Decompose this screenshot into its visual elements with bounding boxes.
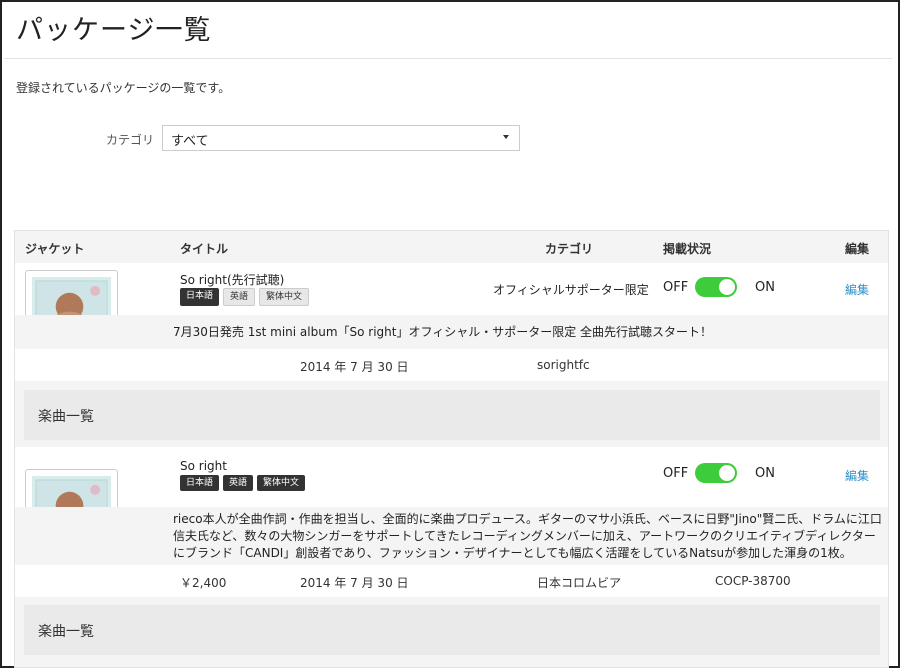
package-description-row: rieco本人が全曲作詞・作曲を担当し、全面的に楽曲プロデュース。ギターのマサ小… xyxy=(15,507,888,565)
page-lead: 登録されているパッケージの一覧です。 xyxy=(16,81,231,95)
package-price: ￥2,400 xyxy=(180,576,227,590)
status-off-label: OFF xyxy=(663,466,689,481)
edit-link[interactable]: 編集 xyxy=(845,281,869,298)
status-toggle[interactable] xyxy=(695,463,737,483)
status-on-label: ON xyxy=(755,280,775,295)
package-description: rieco本人が全曲作詞・作曲を担当し、全面的に楽曲プロデュース。ギターのマサ小… xyxy=(173,512,882,560)
language-tags: 日本語 英語 繁体中文 xyxy=(180,288,310,306)
package-table: ジャケット タイトル カテゴリ 掲載状況 編集 So right(先行試聴) 日… xyxy=(14,230,889,668)
tag-english: 英語 xyxy=(223,475,254,491)
package-category: オフィシャルサポーター限定 xyxy=(493,283,649,297)
product-code: COCP-38700 xyxy=(715,574,791,588)
table-row: So right(先行試聴) 日本語 英語 繁体中文 オフィシャルサポーター限定… xyxy=(15,263,888,363)
title-divider xyxy=(4,58,892,59)
status-on-label: ON xyxy=(755,466,775,481)
status-toggle[interactable] xyxy=(695,277,737,297)
category-filter-label: カテゴリ xyxy=(106,133,155,147)
category-select[interactable]: すべて xyxy=(162,125,520,151)
caret-down-icon xyxy=(503,135,509,139)
record-label: 日本コロムビア xyxy=(537,576,622,590)
language-tags: 日本語 英語 繁体中文 xyxy=(180,475,306,491)
header-title: タイトル xyxy=(180,242,229,256)
track-list-label: 楽曲一覧 xyxy=(38,624,94,640)
header-jacket: ジャケット xyxy=(25,242,85,256)
package-title: So right xyxy=(180,459,227,473)
tag-japanese: 日本語 xyxy=(180,475,220,491)
edit-link[interactable]: 編集 xyxy=(845,467,869,484)
release-date: 2014 年 7 月 30 日 xyxy=(300,360,409,374)
category-select-value: すべて xyxy=(171,134,209,149)
track-list-panel[interactable]: 楽曲一覧 xyxy=(24,390,880,440)
toggle-knob xyxy=(719,279,735,295)
tag-japanese: 日本語 xyxy=(180,288,220,306)
package-meta-row: 2014 年 7 月 30 日 sorightfc xyxy=(15,349,888,381)
tag-traditional-chinese: 繁体中文 xyxy=(259,288,310,306)
header-category: カテゴリ xyxy=(545,242,594,256)
package-description-row: 7月30日発売 1st mini album「So right」オフィシャル・サ… xyxy=(15,315,888,349)
header-status: 掲載状況 xyxy=(663,242,712,256)
track-list-panel[interactable]: 楽曲一覧 xyxy=(24,605,880,655)
tag-english: 英語 xyxy=(223,288,256,306)
header-edit: 編集 xyxy=(845,242,870,256)
record-label: sorightfc xyxy=(537,358,590,372)
table-header: ジャケット タイトル カテゴリ 掲載状況 編集 xyxy=(15,231,888,263)
page-title: パッケージ一覧 xyxy=(16,15,212,46)
package-description: 7月30日発売 1st mini album「So right」オフィシャル・サ… xyxy=(173,325,713,339)
package-meta-row: ￥2,400 2014 年 7 月 30 日 日本コロムビア COCP-3870… xyxy=(15,565,888,597)
package-title: So right(先行試聴) xyxy=(180,273,285,287)
tag-traditional-chinese: 繁体中文 xyxy=(257,475,306,491)
status-off-label: OFF xyxy=(663,280,689,295)
toggle-knob xyxy=(719,465,735,481)
release-date: 2014 年 7 月 30 日 xyxy=(300,576,409,590)
table-row: So right 日本語 英語 繁体中文 OFF ON 編集 xyxy=(15,447,888,562)
track-list-label: 楽曲一覧 xyxy=(38,409,94,425)
